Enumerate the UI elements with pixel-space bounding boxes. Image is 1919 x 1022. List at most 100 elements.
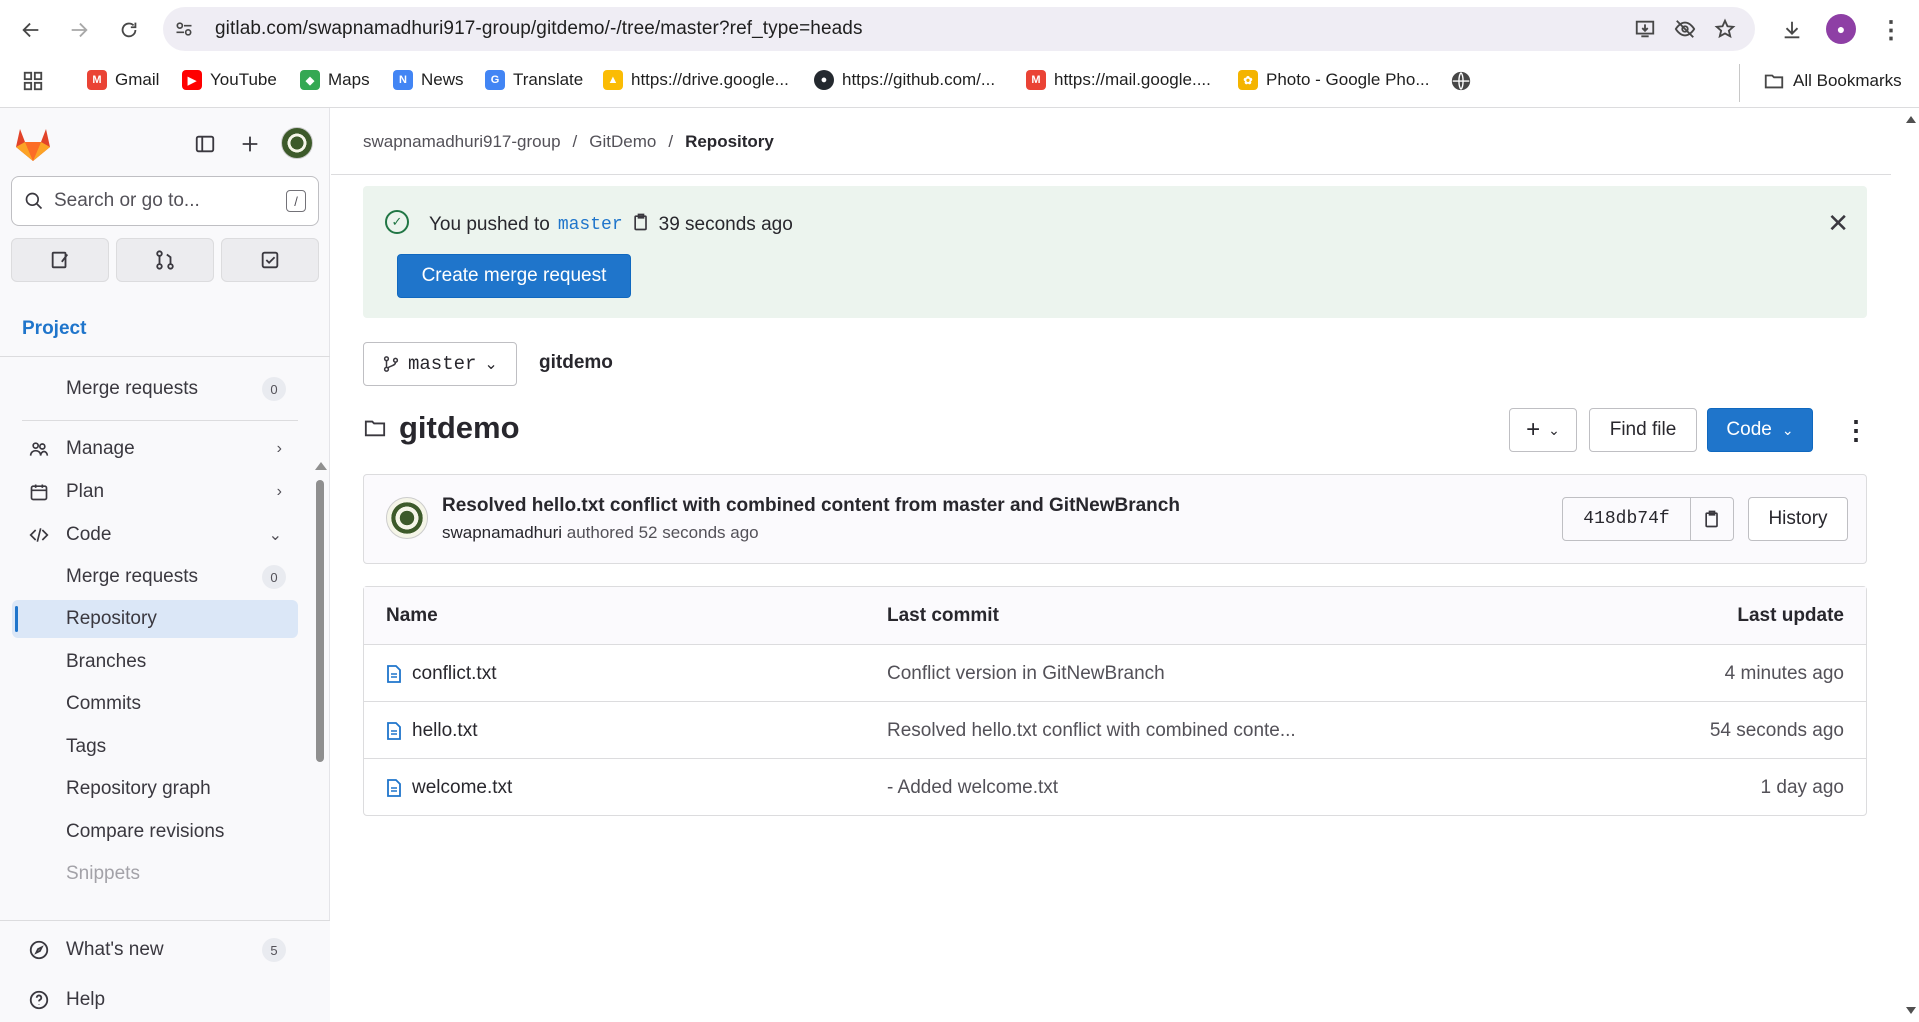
more-actions-icon[interactable]: ⋮ (1836, 410, 1876, 450)
gitlab-logo-icon[interactable] (14, 126, 52, 162)
menu-icon[interactable]: ⋮ (1874, 13, 1908, 47)
install-app-icon[interactable] (1633, 17, 1657, 41)
bookmark-mail[interactable]: Mhttps://mail.google.... (1026, 70, 1211, 90)
chevron-right-icon: › (276, 483, 282, 500)
sidebar-item-label: Repository graph (66, 778, 211, 799)
search-icon (25, 192, 43, 210)
sidebar-item-branches[interactable]: Branches (12, 643, 298, 681)
sidebar-item-compare-revisions[interactable]: Compare revisions (12, 813, 298, 851)
gmail-icon: M (1026, 70, 1046, 90)
todo-button[interactable] (221, 238, 319, 282)
reload-icon[interactable] (112, 13, 146, 47)
branch-selector[interactable]: master ⌄ (363, 342, 517, 386)
forward-icon[interactable] (62, 13, 96, 47)
help-link[interactable]: Help (12, 981, 298, 1019)
count-badge: 0 (262, 377, 286, 401)
find-file-button[interactable]: Find file (1589, 408, 1697, 452)
download-icon[interactable] (1775, 13, 1809, 47)
add-dropdown-button[interactable]: + ⌄ (1509, 408, 1577, 452)
sidebar-scrollbar[interactable] (312, 356, 328, 1016)
bookmark-maps[interactable]: ◆ Maps (300, 70, 370, 90)
file-last-commit-link[interactable]: - Added welcome.txt (887, 777, 1058, 799)
file-last-commit-link[interactable]: Resolved hello.txt conflict with combine… (887, 720, 1296, 742)
bookmark-gmail[interactable]: M Gmail (87, 70, 159, 90)
address-bar[interactable]: gitlab.com/swapnamadhuri917-group/gitdem… (163, 7, 1755, 51)
search-input[interactable]: Search or go to... / (11, 176, 319, 226)
path-root-link[interactable]: gitdemo (539, 352, 613, 374)
sidebar-item-label: Commits (66, 693, 141, 714)
sidebar-item-repository-graph[interactable]: Repository graph (12, 770, 298, 808)
code-dropdown-button[interactable]: Code ⌄ (1707, 408, 1813, 452)
globe-icon[interactable] (1450, 70, 1472, 92)
file-last-update: 54 seconds ago (1709, 720, 1844, 741)
commit-author-link[interactable]: swapnamadhuri (442, 523, 562, 542)
merge-requests-button[interactable] (116, 238, 214, 282)
copy-sha-icon[interactable] (1691, 498, 1733, 540)
photos-icon: ✿ (1238, 70, 1258, 90)
create-merge-request-button[interactable]: Create merge request (397, 254, 631, 298)
table-row: conflict.txt Conflict version in GitNewB… (364, 644, 1866, 701)
breadcrumb-group-link[interactable]: swapnamadhuri917-group (363, 132, 561, 152)
commit-sha-group: 418db74f (1562, 497, 1734, 541)
sidebar-toggle-icon[interactable] (190, 129, 220, 159)
author-avatar[interactable] (386, 497, 428, 539)
sidebar-item-merge-requests[interactable]: Merge requests 0 (12, 558, 298, 596)
chevron-right-icon: › (276, 440, 282, 457)
history-button[interactable]: History (1748, 497, 1848, 541)
commit-title-link[interactable]: Resolved hello.txt conflict with combine… (442, 495, 1180, 517)
back-icon[interactable] (14, 13, 48, 47)
file-link[interactable]: hello.txt (386, 720, 477, 742)
sidebar-item-commits[interactable]: Commits (12, 685, 298, 723)
file-last-commit-link[interactable]: Conflict version in GitNewBranch (887, 663, 1165, 685)
sidebar-item-code[interactable]: Code ⌄ (12, 516, 298, 554)
eye-off-icon[interactable] (1673, 17, 1697, 41)
file-link[interactable]: welcome.txt (386, 777, 512, 799)
scroll-thumb[interactable] (316, 480, 324, 762)
branch-name: master (408, 353, 477, 375)
bookmark-label: YouTube (210, 70, 277, 89)
bookmark-translate[interactable]: G Translate (485, 70, 583, 90)
user-avatar[interactable] (281, 127, 313, 159)
apps-icon[interactable] (22, 70, 44, 92)
file-icon (387, 779, 401, 797)
search-placeholder: Search or go to... (54, 190, 200, 211)
sidebar-item-merge-requests-top[interactable]: Merge requests 0 (12, 370, 298, 408)
star-icon[interactable] (1713, 17, 1737, 41)
scroll-up-icon[interactable] (315, 462, 327, 470)
main-content: swapnamadhuri917-group / GitDemo / Repos… (331, 108, 1919, 1022)
sidebar-item-manage[interactable]: Manage › (12, 430, 298, 468)
scroll-up-icon[interactable] (1906, 116, 1916, 123)
whats-new-link[interactable]: What's new 5 (12, 931, 298, 969)
page-scrollbar[interactable] (1904, 108, 1919, 1022)
site-info-icon[interactable] (167, 12, 201, 46)
bookmark-drive[interactable]: ▲ https://drive.google... (603, 70, 789, 90)
folder-icon (364, 420, 386, 437)
commit-sha-link[interactable]: 418db74f (1563, 498, 1691, 540)
file-link[interactable]: conflict.txt (386, 663, 496, 685)
issues-button[interactable] (11, 238, 109, 282)
last-commit-panel: Resolved hello.txt conflict with combine… (363, 474, 1867, 564)
breadcrumb-project-link[interactable]: GitDemo (589, 132, 656, 152)
sidebar-item-plan[interactable]: Plan › (12, 473, 298, 511)
browser-toolbar: gitlab.com/swapnamadhuri917-group/gitdem… (0, 0, 1919, 58)
breadcrumb-current[interactable]: Repository (685, 132, 774, 152)
bookmark-news[interactable]: N News (393, 70, 464, 90)
bookmark-label: Gmail (115, 70, 160, 89)
bookmark-photos[interactable]: ✿ Photo - Google Pho... (1238, 70, 1430, 90)
divider (0, 356, 330, 357)
chevron-down-icon: ⌄ (484, 356, 498, 373)
count-badge: 0 (262, 565, 286, 589)
all-bookmarks[interactable]: All Bookmarks (1763, 70, 1902, 92)
copy-icon[interactable] (631, 212, 651, 238)
scroll-down-icon[interactable] (1906, 1007, 1916, 1014)
bookmark-github[interactable]: ● https://github.com/... (814, 70, 995, 90)
profile-avatar[interactable]: ● (1826, 14, 1856, 44)
sidebar-section-title: Project (22, 318, 87, 339)
alert-branch-link[interactable]: master (558, 215, 623, 235)
sidebar-item-snippets[interactable]: Snippets (12, 855, 298, 893)
bookmark-youtube[interactable]: ▶ YouTube (182, 70, 277, 90)
sidebar-item-repository[interactable]: Repository (12, 600, 298, 638)
close-icon[interactable]: ✕ (1827, 208, 1849, 239)
plus-icon[interactable] (235, 129, 265, 159)
sidebar-item-tags[interactable]: Tags (12, 728, 298, 766)
